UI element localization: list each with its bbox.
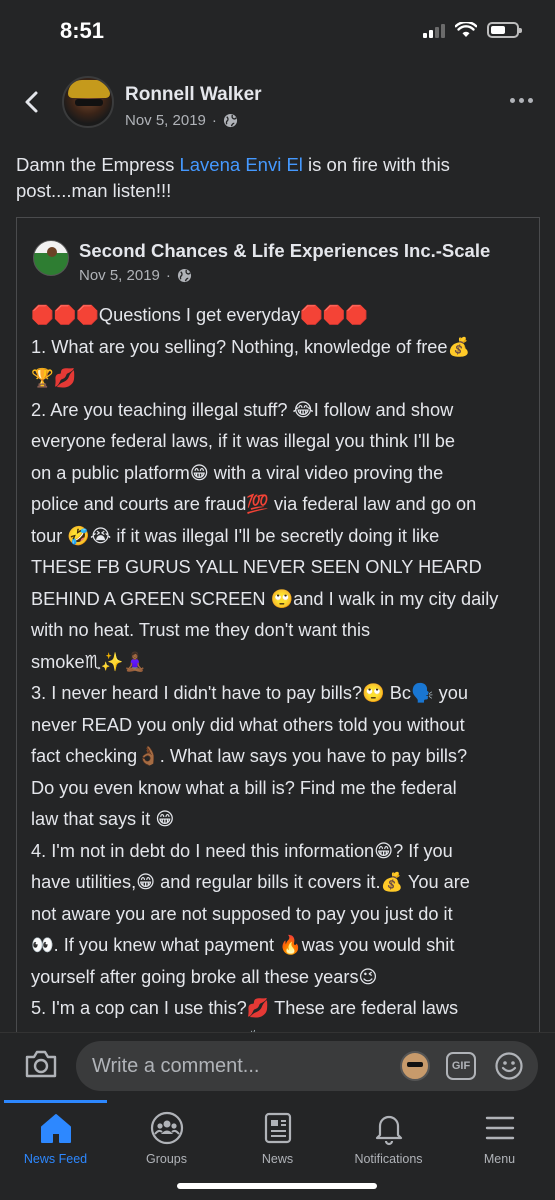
more-options-icon[interactable] <box>510 98 533 103</box>
globe-icon <box>177 268 191 283</box>
shared-post-line: never READ you only did what others told… <box>31 714 465 735</box>
tab-groups[interactable]: Groups <box>111 1110 222 1180</box>
shared-post-line: fact checking👌🏾. What law says you have … <box>31 746 468 766</box>
shared-post-body: 🛑🛑🛑Questions I get everyday🛑🛑🛑 1. What ar… <box>31 300 531 1046</box>
shared-post-line: 5. I'm a cop can I use this?💋 These are … <box>31 998 459 1018</box>
camera-icon[interactable] <box>24 1049 58 1079</box>
tab-label: News Feed <box>23 1152 88 1166</box>
shared-post-line: THESE FB GURUS YALL NEVER SEEN ONLY HEAR… <box>31 557 482 577</box>
shared-post-line: with no heat. Trust me they don't want t… <box>31 620 371 640</box>
comment-bar: Write a comment... GIF <box>0 1032 555 1100</box>
avatar-sticker-icon[interactable] <box>400 1051 430 1081</box>
post-header: Ronnell Walker Nov 5, 2019 · <box>0 70 555 140</box>
comment-input[interactable]: Write a comment... GIF <box>76 1041 538 1091</box>
wifi-icon <box>455 22 477 37</box>
status-bar: 8:51 <box>0 0 555 62</box>
shared-author-avatar[interactable] <box>33 240 69 276</box>
shared-post-line: 2. Are you teaching illegal stuff? 😂I fo… <box>31 399 454 420</box>
shared-post-card[interactable]: Second Chances & Life Experiences Inc.-S… <box>16 217 540 1047</box>
shared-post-line: smoke♏✨🧘🏾‍♀️ <box>31 651 147 672</box>
gif-icon[interactable]: GIF <box>446 1052 476 1080</box>
shared-post-line: law that says it 😁 <box>31 809 175 829</box>
news-icon <box>264 1112 291 1144</box>
shared-post-date[interactable]: Nov 5, 2019 <box>79 267 160 284</box>
shared-post-line: Do you even know what a bill is? Find me… <box>31 777 457 798</box>
bell-icon <box>375 1115 402 1146</box>
comment-placeholder: Write a comment... <box>92 1055 260 1077</box>
shared-post-line: police and courts are fraud💯 via federal… <box>31 494 477 514</box>
cellular-signal-icon <box>423 22 445 38</box>
tab-notifications[interactable]: Notifications <box>333 1110 444 1180</box>
mention-link[interactable]: Lavena Envi El <box>179 154 302 175</box>
globe-icon <box>223 113 237 128</box>
tab-label: Menu <box>483 1152 516 1166</box>
home-icon <box>40 1114 71 1143</box>
back-chevron-icon[interactable] <box>20 90 44 114</box>
groups-icon <box>150 1111 183 1145</box>
status-icons <box>423 22 522 38</box>
tab-label: News <box>261 1152 294 1166</box>
shared-post-line: not aware you are not supposed to pay yo… <box>31 903 453 924</box>
emoji-icon[interactable] <box>494 1051 524 1081</box>
post-meta: Nov 5, 2019 · <box>125 112 238 129</box>
shared-post-line: 🛑🛑🛑Questions I get everyday🛑🛑🛑 <box>31 305 369 325</box>
shared-post-line: 👀. If you knew what payment 🔥was you wou… <box>31 935 455 955</box>
menu-icon <box>485 1116 514 1140</box>
shared-post-line: 3. I never heard I didn't have to pay bi… <box>31 683 468 703</box>
shared-post-line: 1. What are you selling? Nothing, knowle… <box>31 336 471 357</box>
home-indicator <box>177 1183 377 1189</box>
author-name[interactable]: Ronnell Walker <box>125 84 262 106</box>
author-avatar[interactable] <box>62 76 114 128</box>
shared-post-line: 🏆💋 <box>31 368 77 388</box>
active-tab-indicator <box>4 1100 107 1103</box>
tab-label: Groups <box>146 1152 187 1166</box>
shared-post-line: on a public platform😁 with a viral video… <box>31 462 444 483</box>
post-text: Damn the Empress Lavena Envi El is on fi… <box>16 152 536 204</box>
shared-post-line: BEHIND A GREEN SCREEN 🙄and I walk in my … <box>31 588 499 609</box>
tab-news[interactable]: News <box>222 1110 333 1180</box>
shared-post-line: tour 🤣😭 if it was illegal I'll be secret… <box>31 525 440 546</box>
tab-news-feed[interactable]: News Feed <box>0 1110 111 1180</box>
shared-post-meta: Nov 5, 2019 · <box>79 267 192 284</box>
meta-separator: · <box>165 267 171 284</box>
tab-menu[interactable]: Menu <box>444 1110 555 1180</box>
shared-post-line: have utilities,😁 and regular bills it co… <box>31 872 470 892</box>
shared-post-line: 4. I'm not in debt do I need this inform… <box>31 840 453 861</box>
tab-label: Notifications <box>354 1152 423 1166</box>
shared-post-line: yourself after going broke all these yea… <box>31 966 378 987</box>
post-date[interactable]: Nov 5, 2019 <box>125 112 206 129</box>
status-time: 8:51 <box>60 18 105 43</box>
meta-separator: · <box>211 112 217 129</box>
battery-icon <box>487 22 522 38</box>
shared-post-line: everyone federal laws, if it was illegal… <box>31 431 456 451</box>
post-text-before: Damn the Empress <box>16 154 180 175</box>
shared-author-name[interactable]: Second Chances & Life Experiences Inc.-S… <box>79 240 490 262</box>
